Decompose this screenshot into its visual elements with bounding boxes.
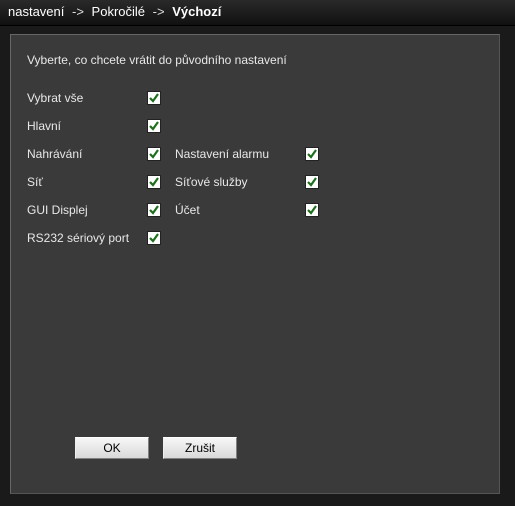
- check-icon: [148, 120, 160, 132]
- check-icon: [306, 204, 318, 216]
- checkbox-general[interactable]: [147, 119, 161, 133]
- label-select-all: Vybrat vše: [27, 91, 147, 105]
- check-icon: [148, 232, 160, 244]
- settings-panel: Vyberte, co chcete vrátit do původního n…: [10, 34, 500, 494]
- cancel-button[interactable]: Zrušit: [163, 437, 237, 459]
- checkbox-record[interactable]: [147, 147, 161, 161]
- checkbox-network[interactable]: [147, 175, 161, 189]
- check-icon: [306, 148, 318, 160]
- breadcrumb-seg-settings: nastavení: [8, 4, 64, 19]
- label-alarm: Nastavení alarmu: [175, 147, 305, 161]
- checkbox-alarm[interactable]: [305, 147, 319, 161]
- checkbox-account[interactable]: [305, 203, 319, 217]
- checkbox-select-all[interactable]: [147, 91, 161, 105]
- label-gui: GUI Displej: [27, 203, 147, 217]
- breadcrumb-seg-advanced: Pokročilé: [92, 4, 145, 19]
- label-account: Účet: [175, 203, 305, 217]
- label-netservice: Síťové služby: [175, 175, 305, 189]
- options-grid: Vybrat vše Hlavní Nahrávání Nastavení al…: [27, 91, 483, 245]
- instruction-text: Vyberte, co chcete vrátit do původního n…: [27, 53, 483, 67]
- check-icon: [148, 204, 160, 216]
- check-icon: [148, 148, 160, 160]
- label-rs232: RS232 sériový port: [27, 231, 147, 245]
- breadcrumb-sep: ->: [72, 4, 84, 19]
- label-network: Síť: [27, 175, 147, 189]
- check-icon: [306, 176, 318, 188]
- check-icon: [148, 176, 160, 188]
- breadcrumb-seg-default: Výchozí: [172, 4, 221, 19]
- label-general: Hlavní: [27, 119, 147, 133]
- check-icon: [148, 92, 160, 104]
- checkbox-netservice[interactable]: [305, 175, 319, 189]
- button-row: OK Zrušit: [11, 437, 499, 459]
- checkbox-rs232[interactable]: [147, 231, 161, 245]
- breadcrumb-sep: ->: [153, 4, 165, 19]
- breadcrumb: nastavení -> Pokročilé -> Výchozí: [0, 0, 515, 26]
- checkbox-gui[interactable]: [147, 203, 161, 217]
- ok-button[interactable]: OK: [75, 437, 149, 459]
- label-record: Nahrávání: [27, 147, 147, 161]
